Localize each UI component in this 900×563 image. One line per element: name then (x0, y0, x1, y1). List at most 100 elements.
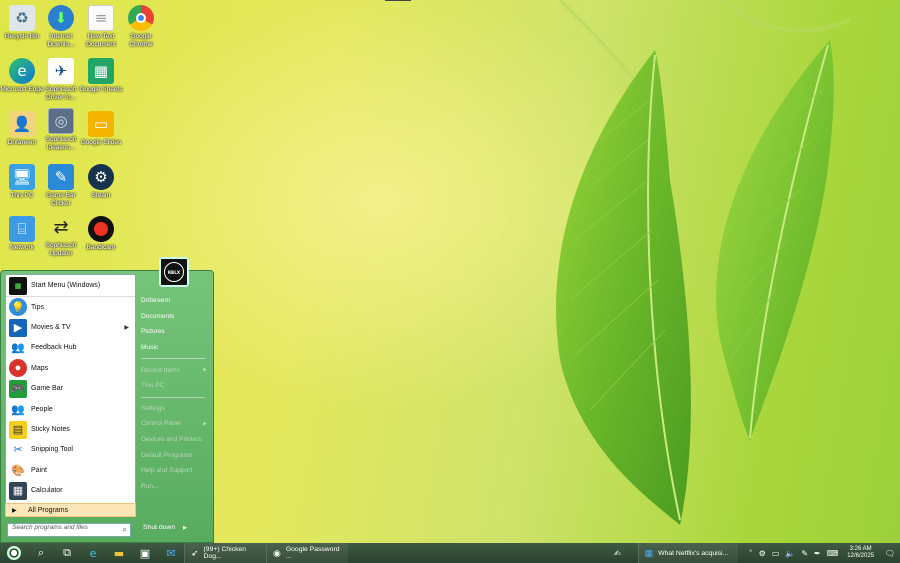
start-button[interactable] (0, 543, 28, 563)
desktop-icon-internet-download-manager[interactable]: ⬇ Internet Downlo... (39, 5, 83, 49)
start-orb-icon (7, 546, 21, 560)
user-folder-icon: 👤 (9, 111, 35, 137)
driver-installer-icon: ✈ (48, 58, 74, 84)
desktop-icon-game-bar-clicker[interactable]: ✎ Game Bar Clicker (39, 164, 83, 208)
show-hidden-icons-chevron-icon[interactable]: ˄ (746, 549, 756, 558)
taskbar-task-google-password[interactable]: ◉ Google Password ... (266, 543, 348, 563)
start-menu-item-movies-tv[interactable]: ▶ Movies & TV ▶ (6, 317, 135, 337)
start-menu-item-tips[interactable]: 💡 Tips (6, 297, 135, 317)
news-icon: ▦ (644, 547, 654, 558)
taskbar-file-explorer-button[interactable]: ▬ (106, 543, 132, 563)
start-menu: ▦ Start Menu (Windows) 💡 Tips ▶ Movies &… (0, 270, 214, 543)
start-right-item-this-pc[interactable]: This PC (141, 378, 211, 394)
desktop-icon-this-pc[interactable]: 🖥 This PC (0, 164, 44, 200)
start-search-input[interactable]: Search programs and files ⌕ (7, 523, 131, 537)
game-bar-clicker-icon: ✎ (48, 164, 74, 190)
taskbar-search-button[interactable]: ⌕ (28, 543, 54, 563)
edge-icon: e (89, 546, 97, 560)
desktop-icon-updater[interactable]: ⇄ Sophiasoft Updater (39, 214, 83, 258)
taskbar-edge-button[interactable]: e (80, 543, 106, 563)
desktop-icon-microsoft-edge[interactable]: e Microsoft Edge (0, 58, 44, 94)
ideation-app-icon: ◎ (48, 108, 74, 134)
pen-icon[interactable]: ✎ (798, 549, 811, 558)
start-right-item-devices-printers[interactable]: Devices and Printers (141, 432, 211, 448)
taskbar-task-chicken-dog[interactable]: ➶ (99+) Chicken Dog... (184, 543, 266, 563)
start-menu-item-game-bar[interactable]: 🎮 Game Bar (6, 379, 135, 399)
start-menu-item-snipping-tool[interactable]: ✂ Snipping Tool (6, 440, 135, 460)
start-menu-item-start-menu-windows[interactable]: ▦ Start Menu (Windows) (6, 275, 135, 297)
start-right-item-user[interactable]: Drifareem (141, 293, 211, 309)
start-menu-item-calculator[interactable]: ▦ Calculator (6, 481, 135, 501)
folder-icon: ▬ (113, 546, 125, 560)
keyboard-icon[interactable]: ⌨ (824, 549, 842, 558)
start-right-item-help-support[interactable]: Help and Support (141, 463, 211, 479)
notification-center-icon[interactable]: 🗨 (880, 549, 900, 558)
start-right-item-default-programs[interactable]: Default Programs (141, 447, 211, 463)
snipping-icon: ✂ (9, 440, 27, 459)
start-menu-places-pane: Drifareem Documents Pictures Music Recen… (141, 293, 211, 494)
all-programs-button[interactable]: ▶ All Programs (5, 503, 136, 517)
chrome-icon (128, 5, 154, 31)
pen-workspace-icon[interactable]: ✍ (611, 549, 624, 558)
desktop-icon-network[interactable]: ⌸ Network (0, 216, 44, 252)
paint-icon: 🎨 (9, 461, 27, 480)
start-menu-item-sticky-notes[interactable]: ▤ Sticky Notes (6, 419, 135, 439)
taskbar: ⌕ ⧉ e ▬ ▣ ✉ ➶ (99+) Chicken Dog... ◉ Goo… (0, 543, 900, 563)
bandicam-icon (88, 216, 114, 242)
recycle-bin-icon: ♻ (9, 5, 35, 31)
volume-icon[interactable]: 🔈 (782, 549, 798, 558)
people-icon: 👥 (9, 400, 27, 419)
chrome-icon: ◉ (273, 547, 281, 558)
taskbar-store-button[interactable]: ▣ (132, 543, 158, 563)
start-right-item-settings[interactable]: Settings (141, 401, 211, 417)
network-icon: ⌸ (9, 216, 35, 242)
desktop-icon-user-folder[interactable]: 👤 Drifareem (0, 111, 44, 147)
internet-download-manager-icon: ⬇ (48, 5, 74, 31)
desktop-icon-bandicam[interactable]: Bandicam (79, 216, 123, 252)
search-icon: ⌕ (37, 546, 45, 559)
desktop-icon-steam[interactable]: ⚙ Steam (79, 164, 123, 200)
start-menu-programs-pane: ▦ Start Menu (Windows) 💡 Tips ▶ Movies &… (5, 274, 136, 510)
start-right-item-recent-items[interactable]: Recent Items ▶ (141, 362, 211, 378)
taskbar-news-widget[interactable]: ▦ What Netflix's acquisi... (637, 543, 738, 563)
calculator-icon: ▦ (9, 481, 27, 500)
system-tray: ✍ ▦ What Netflix's acquisi... ˄ ⚙ ▭ 🔈 ✎ … (611, 543, 900, 563)
edge-icon: e (9, 58, 35, 84)
desktop-icon-new-text-document[interactable]: ≡ New Text Document (79, 5, 123, 49)
maps-icon: ● (9, 359, 27, 378)
feather-icon: ➶ (191, 547, 199, 558)
start-right-item-documents[interactable]: Documents (141, 309, 211, 325)
tray-app-icon[interactable]: ⚙ (756, 549, 769, 558)
submenu-arrow-icon: ▶ (124, 325, 129, 332)
start-right-item-pictures[interactable]: Pictures (141, 324, 211, 340)
user-avatar[interactable]: RBLX (159, 257, 189, 287)
game-bar-icon: 🎮 (9, 379, 27, 398)
start-right-item-control-panel[interactable]: Control Panel ▶ (141, 416, 211, 432)
steam-icon: ⚙ (88, 164, 114, 190)
start-menu-item-maps[interactable]: ● Maps (6, 358, 135, 378)
start-menu-item-people[interactable]: 👥 People (6, 399, 135, 419)
start-right-item-music[interactable]: Music (141, 340, 211, 356)
desktop-icon-google-sheets[interactable]: ▦ Google Sheets (79, 58, 123, 94)
start-right-item-run[interactable]: Run... (141, 479, 211, 495)
network-status-icon[interactable]: ▭ (769, 549, 783, 558)
taskbar-mail-button[interactable]: ✉ (158, 543, 184, 563)
taskbar-clock[interactable]: 3:26 AM 12/6/2025 (841, 546, 880, 560)
pen-icon-2[interactable]: ✒ (811, 549, 824, 558)
text-document-icon: ≡ (88, 5, 114, 31)
desktop-icon-google-chrome[interactable]: Google Chrome (119, 5, 163, 49)
this-pc-icon: 🖥 (9, 164, 35, 190)
start-menu-item-feedback-hub[interactable]: 👥 Feedback Hub (6, 338, 135, 358)
desktop-icon-google-slides[interactable]: ▭ Google Slides (79, 111, 123, 147)
desktop-icon-driver-installer[interactable]: ✈ Sophiasoft Driver In... (39, 58, 83, 102)
sheets-icon: ▦ (88, 58, 114, 84)
task-view-button[interactable]: ⧉ (54, 543, 80, 563)
shutdown-button[interactable]: Shut down ▶ (143, 524, 187, 531)
desktop-icon-recycle-bin[interactable]: ♻ Recycle Bin (0, 5, 44, 41)
start-right-separator (141, 396, 205, 398)
desktop-icon-ideation[interactable]: ◎ Sophiasoft Ideation... (39, 108, 83, 152)
shutdown-options-arrow-icon[interactable]: ▶ (183, 525, 187, 531)
start-menu-item-paint[interactable]: 🎨 Paint (6, 460, 135, 480)
all-programs-arrow-icon: ▶ (12, 507, 17, 514)
submenu-arrow-icon: ▶ (203, 367, 207, 374)
